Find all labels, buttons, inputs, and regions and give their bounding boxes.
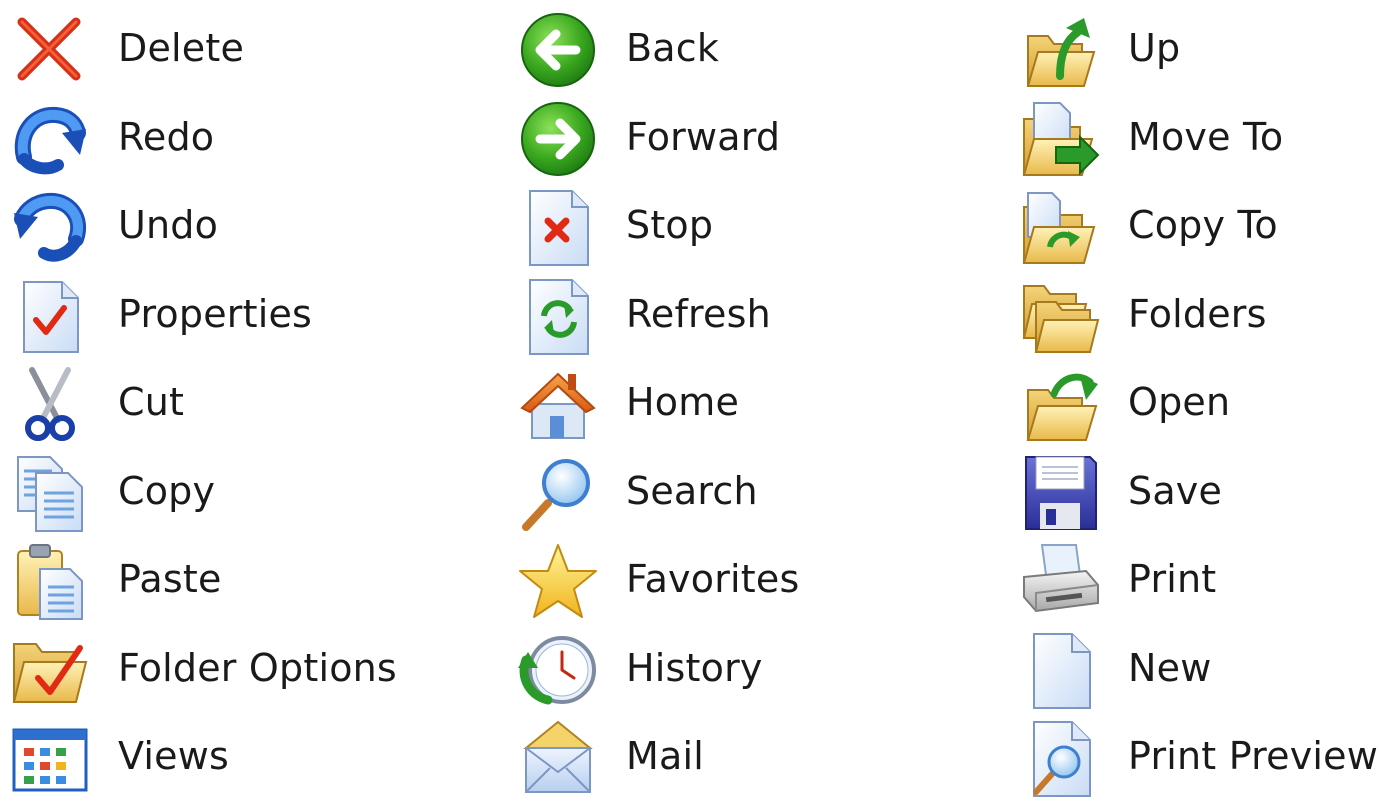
open-icon bbox=[1020, 364, 1100, 444]
item-label: Print Preview bbox=[1128, 734, 1379, 778]
item-label: Copy To bbox=[1128, 203, 1278, 247]
list-item-save: Save bbox=[1018, 447, 1378, 536]
item-label: Cut bbox=[118, 380, 185, 424]
item-label: Home bbox=[626, 380, 740, 424]
paste-icon bbox=[10, 541, 90, 621]
list-item-history: History bbox=[516, 624, 876, 713]
list-item-forward: Forward bbox=[516, 93, 876, 182]
back-icon bbox=[518, 10, 598, 90]
list-item-print: Print bbox=[1018, 535, 1378, 624]
list-item-delete: Delete bbox=[8, 4, 368, 93]
item-label: Properties bbox=[118, 291, 313, 336]
item-label: Copy bbox=[118, 468, 216, 513]
item-label: Stop bbox=[626, 203, 714, 247]
item-label: Back bbox=[626, 26, 720, 70]
print-preview-icon bbox=[1020, 718, 1100, 798]
item-label: Up bbox=[1128, 26, 1181, 70]
list-item-copy-to: Copy To bbox=[1018, 181, 1378, 270]
list-item-mail: Mail bbox=[516, 712, 876, 801]
item-label: Paste bbox=[118, 557, 222, 601]
list-item-refresh: Refresh bbox=[516, 270, 876, 359]
folder-options-icon bbox=[10, 630, 90, 710]
delete-icon bbox=[10, 10, 90, 90]
list-item-back: Back bbox=[516, 4, 876, 93]
new-icon bbox=[1020, 630, 1100, 710]
list-item-views: Views bbox=[8, 712, 368, 801]
item-label: Delete bbox=[118, 26, 245, 70]
refresh-icon bbox=[518, 276, 598, 356]
views-icon bbox=[10, 718, 90, 798]
icon-legend-grid: Delete Redo Undo Properties Cut Copy Pas… bbox=[0, 0, 1379, 799]
list-item-cut: Cut bbox=[8, 358, 368, 447]
list-item-home: Home bbox=[516, 358, 876, 447]
item-label: Open bbox=[1128, 380, 1231, 424]
undo-icon bbox=[10, 187, 90, 267]
properties-icon bbox=[10, 276, 90, 356]
list-item-print-preview: Print Preview bbox=[1018, 712, 1378, 801]
history-icon bbox=[518, 630, 598, 710]
list-item-search: Search bbox=[516, 447, 876, 536]
home-icon bbox=[518, 364, 598, 444]
cut-icon bbox=[10, 364, 90, 444]
copy-icon bbox=[10, 453, 90, 533]
item-label: Forward bbox=[626, 114, 781, 159]
list-item-paste: Paste bbox=[8, 535, 368, 624]
item-label: Undo bbox=[118, 203, 219, 247]
item-label: Print bbox=[1128, 557, 1217, 601]
item-label: Views bbox=[118, 734, 229, 778]
list-item-folders: Folders bbox=[1018, 270, 1378, 359]
item-label: Move To bbox=[1128, 114, 1284, 159]
item-label: Search bbox=[626, 468, 758, 513]
column-navigation-commands: Back Forward Stop Refresh Home Search Fa… bbox=[516, 4, 876, 801]
mail-icon bbox=[518, 718, 598, 798]
copy-to-icon bbox=[1020, 187, 1100, 267]
list-item-properties: Properties bbox=[8, 270, 368, 359]
list-item-move-to: Move To bbox=[1018, 93, 1378, 182]
column-file-commands: Up Move To Copy To Folders Open Save Pri… bbox=[1018, 4, 1378, 801]
redo-icon bbox=[10, 99, 90, 179]
item-label: Mail bbox=[626, 734, 704, 778]
item-label: Folder Options bbox=[118, 645, 397, 690]
item-label: Refresh bbox=[626, 291, 771, 336]
list-item-new: New bbox=[1018, 624, 1378, 713]
list-item-folder-options: Folder Options bbox=[8, 624, 397, 713]
item-label: New bbox=[1128, 645, 1212, 690]
item-label: Folders bbox=[1128, 291, 1267, 336]
forward-icon bbox=[518, 99, 598, 179]
list-item-stop: Stop bbox=[516, 181, 876, 270]
list-item-redo: Redo bbox=[8, 93, 368, 182]
list-item-open: Open bbox=[1018, 358, 1378, 447]
list-item-up: Up bbox=[1018, 4, 1378, 93]
list-item-favorites: Favorites bbox=[516, 535, 876, 624]
column-edit-commands: Delete Redo Undo Properties Cut Copy Pas… bbox=[8, 4, 397, 801]
item-label: Save bbox=[1128, 468, 1223, 513]
item-label: Redo bbox=[118, 114, 215, 159]
up-icon bbox=[1020, 10, 1100, 90]
item-label: History bbox=[626, 645, 763, 690]
move-to-icon bbox=[1020, 99, 1100, 179]
search-icon bbox=[518, 453, 598, 533]
item-label: Favorites bbox=[626, 557, 800, 601]
stop-icon bbox=[518, 187, 598, 267]
print-icon bbox=[1020, 541, 1100, 621]
favorites-icon bbox=[518, 541, 598, 621]
folders-icon bbox=[1020, 276, 1100, 356]
save-icon bbox=[1020, 453, 1100, 533]
list-item-copy: Copy bbox=[8, 447, 368, 536]
list-item-undo: Undo bbox=[8, 181, 368, 270]
